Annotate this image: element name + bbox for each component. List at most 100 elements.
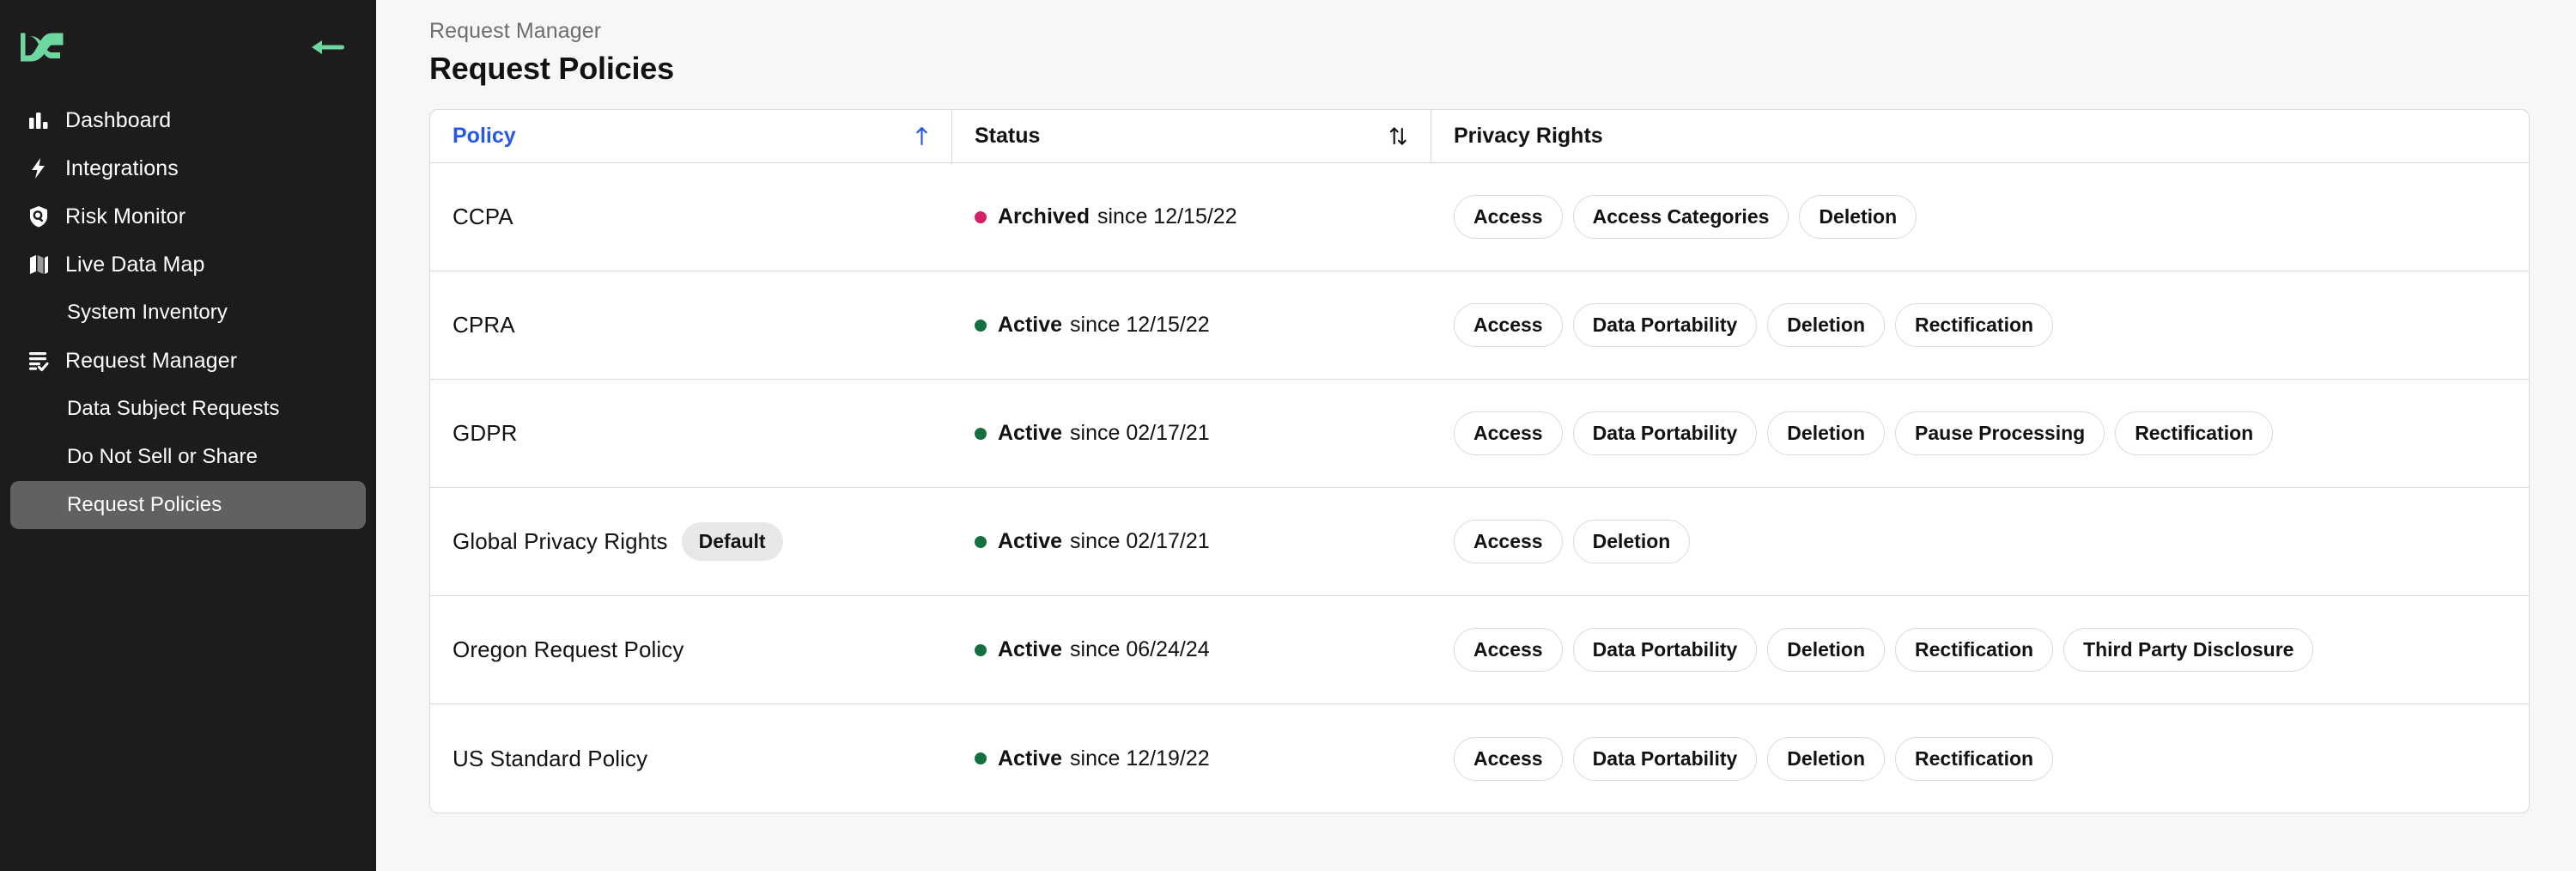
arrow-left-icon (312, 40, 344, 54)
map-icon (24, 252, 53, 277)
request-policies-table: Policy Status Privacy Rights CCPA Archiv… (429, 109, 2530, 813)
privacy-right-chip[interactable]: Rectification (1895, 628, 2054, 672)
privacy-right-chip[interactable]: Deletion (1767, 303, 1886, 347)
sidebar-item-request-policies[interactable]: Request Policies (10, 481, 366, 529)
table-row[interactable]: Oregon Request Policy Active since 06/24/2… (430, 596, 2529, 704)
column-header-label: Status (975, 124, 1041, 148)
list-check-icon (24, 348, 53, 374)
status-badge: Active since 06/24/24 (975, 637, 1210, 662)
privacy-right-chip[interactable]: Deletion (1799, 195, 1917, 239)
column-header-privacy-rights: Privacy Rights (1431, 110, 2529, 162)
cell-privacy-rights: Access Data Portability Deletion Rectificat… (1431, 271, 2529, 379)
privacy-right-chip[interactable]: Deletion (1767, 411, 1886, 455)
table-row[interactable]: CPRA Active since 12/15/22 Access Data Porta… (430, 271, 2529, 380)
lightning-bolt-icon (24, 155, 53, 181)
bar-chart-icon (24, 107, 53, 133)
privacy-right-chip[interactable]: Access Categories (1572, 195, 1789, 239)
status-since: since 02/17/21 (1070, 421, 1210, 445)
sidebar-header (0, 22, 376, 72)
status-badge: Active since 02/17/21 (975, 421, 1210, 446)
status-dot-icon (975, 535, 987, 548)
status-badge: Active since 02/17/21 (975, 529, 1210, 554)
sidebar-item-label: Do Not Sell or Share (67, 445, 258, 468)
sidebar-item-system-inventory[interactable]: System Inventory (10, 289, 366, 337)
status-since: since 12/15/22 (1097, 204, 1237, 228)
sidebar-item-live-data-map[interactable]: Live Data Map (10, 241, 366, 289)
cell-policy: CCPA (430, 163, 952, 271)
privacy-right-chip[interactable]: Deletion (1572, 520, 1691, 563)
privacy-right-chip[interactable]: Access (1454, 411, 1563, 455)
sidebar-item-risk-monitor[interactable]: Risk Monitor (10, 192, 366, 241)
column-header-status[interactable]: Status (952, 110, 1431, 162)
status-label: Active (998, 746, 1063, 770)
sidebar-collapse-button[interactable] (309, 34, 347, 60)
privacy-right-chip[interactable]: Deletion (1767, 736, 1886, 781)
sidebar-item-request-manager[interactable]: Request Manager (10, 337, 366, 385)
cell-status: Active since 02/17/21 (952, 380, 1431, 487)
breadcrumb[interactable]: Request Manager (429, 19, 2531, 44)
status-since: since 12/19/22 (1070, 746, 1210, 770)
sidebar-item-integrations[interactable]: Integrations (10, 144, 366, 192)
privacy-right-chip[interactable]: Third Party Disclosure (2063, 628, 2314, 672)
sidebar-item-dashboard[interactable]: Dashboard (10, 96, 366, 144)
status-badge: Active since 12/19/22 (975, 746, 1210, 771)
table-body: CCPA Archived since 12/15/22 Access Access C… (430, 163, 2529, 813)
privacy-right-chip[interactable]: Access (1454, 628, 1563, 672)
status-dot-icon (975, 210, 987, 223)
privacy-right-chip[interactable]: Rectification (2115, 411, 2274, 455)
status-dot-icon (975, 427, 987, 440)
cell-privacy-rights: Access Data Portability Deletion Pause Proc… (1431, 380, 2529, 487)
status-badge: Archived since 12/15/22 (975, 204, 1237, 229)
shield-search-icon (24, 204, 53, 229)
policy-name: Global Privacy Rights (453, 528, 668, 554)
status-dot-icon (975, 643, 987, 656)
cell-privacy-rights: Access Deletion (1431, 488, 2529, 595)
cell-privacy-rights: Access Data Portability Deletion Rectificat… (1431, 596, 2529, 704)
privacy-right-chip[interactable]: Access (1454, 520, 1563, 563)
column-header-policy[interactable]: Policy (430, 110, 952, 162)
sidebar-item-label: Request Policies (67, 493, 222, 516)
app-root: Dashboard Integrations Risk Monitor Live… (0, 0, 2576, 871)
status-dot-icon (975, 752, 987, 764)
cell-policy: CPRA (430, 271, 952, 379)
sidebar-item-do-not-sell-or-share[interactable]: Do Not Sell or Share (10, 433, 366, 481)
privacy-right-chip[interactable]: Data Portability (1572, 628, 1758, 672)
sidebar-item-label: Integrations (65, 155, 179, 180)
cell-policy: Global Privacy Rights Default (430, 488, 952, 595)
privacy-right-chip[interactable]: Rectification (1895, 303, 2054, 347)
datagrail-logo-icon[interactable] (19, 33, 69, 62)
privacy-right-chip[interactable]: Deletion (1767, 628, 1886, 672)
cell-status: Active since 12/19/22 (952, 704, 1431, 813)
column-header-label: Policy (453, 124, 516, 148)
cell-privacy-rights: Access Access Categories Deletion (1431, 163, 2529, 271)
table-row[interactable]: CCPA Archived since 12/15/22 Access Access C… (430, 163, 2529, 271)
status-label: Active (998, 313, 1063, 337)
sidebar-item-data-subject-requests[interactable]: Data Subject Requests (10, 385, 366, 433)
privacy-right-chip[interactable]: Pause Processing (1895, 411, 2105, 455)
status-label: Active (998, 421, 1063, 445)
table-row[interactable]: Global Privacy Rights Default Active since … (430, 488, 2529, 596)
policy-name: CCPA (453, 204, 513, 229)
status-since: since 12/15/22 (1070, 313, 1210, 337)
table-row[interactable]: GDPR Active since 02/17/21 Access Data Porta… (430, 380, 2529, 488)
cell-policy: GDPR (430, 380, 952, 487)
policy-name: CPRA (453, 312, 515, 338)
privacy-right-chip[interactable]: Rectification (1895, 736, 2054, 781)
sidebar-item-label: Request Manager (65, 348, 238, 373)
cell-privacy-rights: Access Data Portability Deletion Rectificat… (1431, 704, 2529, 813)
privacy-right-chip[interactable]: Data Portability (1572, 411, 1758, 455)
status-since: since 02/17/21 (1070, 529, 1210, 553)
cell-policy: Oregon Request Policy (430, 596, 952, 704)
privacy-right-chip[interactable]: Access (1454, 195, 1563, 239)
privacy-right-chip[interactable]: Data Portability (1572, 736, 1758, 781)
privacy-right-chip[interactable]: Access (1454, 303, 1563, 347)
sidebar-item-label: System Inventory (67, 301, 228, 324)
privacy-right-chip[interactable]: Data Portability (1572, 303, 1758, 347)
arrow-up-icon (914, 125, 929, 147)
status-label: Active (998, 637, 1063, 661)
cell-status: Archived since 12/15/22 (952, 163, 1431, 271)
table-row[interactable]: US Standard Policy Active since 12/19/22 Ac… (430, 704, 2529, 813)
privacy-right-chip[interactable]: Access (1454, 736, 1563, 781)
sidebar-item-label: Dashboard (65, 107, 172, 132)
cell-status: Active since 12/15/22 (952, 271, 1431, 379)
